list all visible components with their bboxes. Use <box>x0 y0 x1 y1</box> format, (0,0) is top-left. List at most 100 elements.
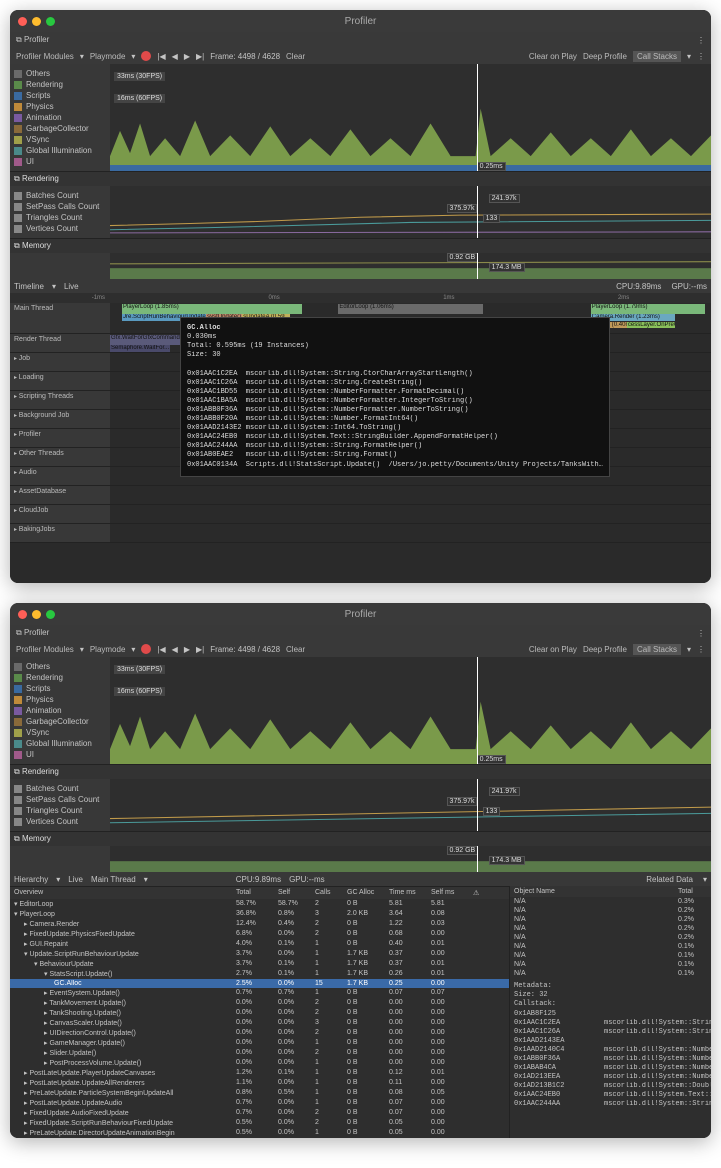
track-profiler[interactable]: Profiler <box>10 429 110 447</box>
clear-on-play-toggle[interactable]: Clear on Play <box>529 52 577 61</box>
hierarchy-row[interactable]: ▸ CanvasScaler.Update()0.0%0.0%30 B0.000… <box>10 1018 509 1028</box>
deep-profile-toggle[interactable]: Deep Profile <box>583 645 627 654</box>
module-others[interactable]: Others <box>14 661 106 672</box>
module-animation[interactable]: Animation <box>14 705 106 716</box>
module-garbagecollector[interactable]: GarbageCollector <box>14 123 106 134</box>
module-animation[interactable]: Animation <box>14 112 106 123</box>
hierarchy-row[interactable]: ▸ PostLateUpdate.UpdateAllRenderers1.1%0… <box>10 1078 509 1088</box>
hierarchy-row[interactable]: ▸ TankMovement.Update()0.0%0.0%20 B0.000… <box>10 998 509 1008</box>
hierarchy-row[interactable]: ▸ TankShooting.Update()0.0%0.0%20 B0.000… <box>10 1008 509 1018</box>
clear-button[interactable]: Clear <box>286 52 305 61</box>
clear-button[interactable]: Clear <box>286 645 305 654</box>
kebab-icon[interactable]: ⋮ <box>697 629 705 638</box>
track-background[interactable]: Background Job <box>10 410 110 428</box>
module-global illumination[interactable]: Global Illumination <box>14 738 106 749</box>
view-mode-dropdown[interactable]: Hierarchy <box>14 875 48 884</box>
profiler-tab[interactable]: ⧉ Profiler <box>16 35 49 45</box>
track-other[interactable]: Other Threads <box>10 448 110 466</box>
module-garbagecollector[interactable]: GarbageCollector <box>14 716 106 727</box>
hierarchy-row[interactable]: ▸ FixedUpdate.ScriptRunBehaviourFixedUpd… <box>10 1118 509 1128</box>
record-button[interactable] <box>141 51 151 61</box>
view-mode-dropdown[interactable]: Timeline <box>14 282 44 291</box>
related-row[interactable]: N/A0.1%1.0 KB0.01 <box>510 942 711 951</box>
context-menu-icon[interactable]: ⋮ <box>697 645 705 654</box>
record-button[interactable] <box>141 644 151 654</box>
memory-chart[interactable]: 0.92 GB 174.3 MB <box>110 846 711 872</box>
rendering-chart[interactable]: 375.97k 241.97k 133 <box>110 186 711 238</box>
related-row[interactable]: N/A0.1%62 B0.01 <box>510 969 711 978</box>
module-scripts[interactable]: Scripts <box>14 90 106 101</box>
related-row[interactable]: N/A0.3%32 B0.03 <box>510 897 711 906</box>
live-toggle[interactable]: Live <box>68 875 83 884</box>
step-back-button[interactable]: ◀ <box>172 645 178 654</box>
hierarchy-row[interactable]: ▸ UIDirectionControl.Update()0.0%0.0%20 … <box>10 1028 509 1038</box>
related-row[interactable]: N/A0.1%62 B0.01 <box>510 960 711 969</box>
hierarchy-row[interactable]: ▸ PreLateUpdate.ParticleSystemBeginUpdat… <box>10 1088 509 1098</box>
counter[interactable]: Vertices Count <box>14 816 106 827</box>
profiler-modules-dropdown[interactable]: Profiler Modules <box>16 645 74 654</box>
memory-chart[interactable]: 0.92 GB 174.3 MB <box>110 253 711 279</box>
clear-on-play-toggle[interactable]: Clear on Play <box>529 645 577 654</box>
counter[interactable]: Batches Count <box>14 783 106 794</box>
module-global illumination[interactable]: Global Illumination <box>14 145 106 156</box>
related-row[interactable]: N/A0.2%30 B0.02 <box>510 924 711 933</box>
track-main-thread[interactable]: Main Thread <box>10 303 110 333</box>
module-ui[interactable]: UI <box>14 749 106 760</box>
track-scripting[interactable]: Scripting Threads <box>10 391 110 409</box>
playmode-dropdown[interactable]: Playmode <box>90 52 126 61</box>
hierarchy-row[interactable]: ▸ GameManager.Update()0.0%0.0%10 B0.000.… <box>10 1038 509 1048</box>
hierarchy-row[interactable]: ▸ Camera.Render12.4%0.4%20 B1.220.03 <box>10 919 509 929</box>
kebab-icon[interactable]: ⋮ <box>697 36 705 45</box>
hierarchy-row[interactable]: GC.Alloc2.5%0.0%151.7 KB0.250.00 <box>10 979 509 988</box>
hierarchy-row[interactable]: ▸ Slider.Update()0.0%0.0%20 B0.000.00 <box>10 1048 509 1058</box>
module-physics[interactable]: Physics <box>14 694 106 705</box>
track-baking[interactable]: BakingJobs <box>10 524 110 542</box>
track-assetdb[interactable]: AssetDatabase <box>10 486 110 504</box>
live-toggle[interactable]: Live <box>64 282 79 291</box>
hierarchy-row[interactable]: ▸ FixedUpdate.AudioFixedUpdate0.7%0.0%20… <box>10 1108 509 1118</box>
hierarchy-row[interactable]: ▾ StatsScript.Update()2.7%0.1%11.7 KB0.2… <box>10 969 509 979</box>
next-frame-button[interactable]: ▶| <box>196 52 204 61</box>
rendering-chart[interactable]: 375.97k 241.97k 133 <box>110 779 711 831</box>
hierarchy-row[interactable]: ▾ BehaviourUpdate3.7%0.1%11.7 KB0.370.01 <box>10 959 509 969</box>
track-render-thread[interactable]: Render Thread <box>10 334 110 352</box>
memory-header[interactable]: ⧉ Memory <box>10 831 711 846</box>
hierarchy-row[interactable]: ▾ PlayerLoop36.8%0.8%32.0 KB3.640.08 <box>10 909 509 919</box>
step-fwd-button[interactable]: ▶ <box>184 645 190 654</box>
thread-dropdown[interactable]: Main Thread <box>91 875 136 884</box>
module-others[interactable]: Others <box>14 68 106 79</box>
hierarchy-row[interactable]: ▸ PostProcessVolume.Update()0.0%0.0%10 B… <box>10 1058 509 1068</box>
counter[interactable]: Batches Count <box>14 190 106 201</box>
profiler-modules-dropdown[interactable]: Profiler Modules <box>16 52 74 61</box>
module-rendering[interactable]: Rendering <box>14 672 106 683</box>
context-menu-icon[interactable]: ⋮ <box>697 52 705 61</box>
counter[interactable]: Vertices Count <box>14 223 106 234</box>
track-job[interactable]: Job <box>10 353 110 371</box>
rendering-header[interactable]: ⧉ Rendering <box>10 171 711 186</box>
cpu-chart[interactable]: 33ms (30FPS) 16ms (60FPS) 0.25ms <box>110 64 711 171</box>
module-scripts[interactable]: Scripts <box>14 683 106 694</box>
counter[interactable]: Triangles Count <box>14 212 106 223</box>
playhead[interactable] <box>477 64 478 171</box>
hierarchy-row[interactable]: ▾ EditorLoop58.7%58.7%20 B5.815.81 <box>10 899 509 909</box>
call-stacks-toggle[interactable]: Call Stacks <box>633 644 681 655</box>
hierarchy-row[interactable]: ▸ GUI.Repaint4.0%0.1%10 B0.400.01 <box>10 939 509 949</box>
related-row[interactable]: N/A0.2%48 B0.02 <box>510 906 711 915</box>
cpu-chart[interactable]: 33ms (30FPS) 16ms (60FPS) 0.25ms <box>110 657 711 764</box>
prev-frame-button[interactable]: |◀ <box>157 645 165 654</box>
call-stacks-toggle[interactable]: Call Stacks <box>633 51 681 62</box>
related-data-dropdown[interactable]: Related Data <box>646 875 693 884</box>
rendering-header[interactable]: ⧉ Rendering <box>10 764 711 779</box>
module-ui[interactable]: UI <box>14 156 106 167</box>
hierarchy-row[interactable]: ▸ PostLateUpdate.UpdateAudio0.7%0.0%10 B… <box>10 1098 509 1108</box>
module-rendering[interactable]: Rendering <box>14 79 106 90</box>
track-loading[interactable]: Loading <box>10 372 110 390</box>
related-row[interactable]: N/A0.2%48 B0.02 <box>510 915 711 924</box>
hierarchy-row[interactable]: ▸ EventSystem.Update()0.7%0.7%10 B0.070.… <box>10 988 509 998</box>
hierarchy-row[interactable]: ▸ PreLateUpdate.DirectorUpdateAnimationB… <box>10 1128 509 1138</box>
counter[interactable]: SetPass Calls Count <box>14 201 106 212</box>
module-vsync[interactable]: VSync <box>14 727 106 738</box>
memory-header[interactable]: ⧉ Memory <box>10 238 711 253</box>
step-back-button[interactable]: ◀ <box>172 52 178 61</box>
profiler-tab[interactable]: ⧉ Profiler <box>16 628 49 638</box>
